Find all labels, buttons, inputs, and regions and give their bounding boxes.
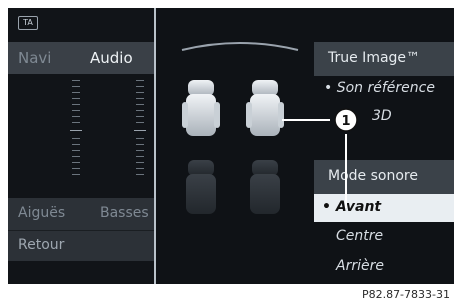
centre-label: Centre (336, 228, 384, 244)
reference-sound-label: • Son référence (324, 80, 435, 96)
tone-labels-bar: Aiguës Basses (8, 198, 154, 230)
stage-arc (181, 42, 299, 51)
rear-left-seat-icon (186, 160, 216, 214)
sound-mode-title: Mode sonore (328, 168, 418, 184)
back-label: Retour (18, 237, 65, 253)
display-screen: TA Navi Audio Aiguës Basses Retour True … (8, 8, 454, 284)
true-image-title: True Image™ (328, 50, 421, 66)
menu-item-rear[interactable]: Arrière (314, 254, 454, 280)
traffic-announcement-badge: TA (18, 16, 38, 30)
front-label: • Avant (322, 199, 382, 215)
treble-label[interactable]: Aiguës (18, 205, 65, 221)
bass-scale[interactable] (132, 80, 152, 180)
figure-reference: P82.87-7833-31 (361, 288, 450, 301)
menu-item-3d[interactable]: 3D (314, 104, 454, 130)
front-right-seat-icon (246, 80, 284, 136)
front-left-seat-icon (182, 80, 220, 136)
treble-scale[interactable] (68, 80, 88, 180)
rear-label: Arrière (336, 258, 384, 274)
tab-audio[interactable]: Audio (90, 49, 133, 67)
car-seats-diagram (182, 80, 284, 214)
menu-item-front-selected[interactable]: • Avant (314, 194, 454, 222)
bass-label[interactable]: Basses (100, 205, 149, 221)
menu-item-reference-sound[interactable]: • Son référence (314, 76, 454, 102)
back-button[interactable]: Retour (8, 230, 154, 261)
3d-label: 3D (372, 108, 392, 124)
rear-right-seat-icon (250, 160, 280, 214)
menu-item-centre[interactable]: Centre (314, 224, 454, 250)
true-image-header[interactable]: True Image™ (314, 42, 454, 76)
sound-mode-header[interactable]: Mode sonore (314, 160, 454, 194)
left-panel: TA Navi Audio Aiguës Basses Retour (8, 8, 154, 284)
panel-divider (154, 8, 156, 284)
tab-navi[interactable]: Navi (18, 49, 51, 67)
left-header-bar: Navi Audio (8, 42, 154, 74)
